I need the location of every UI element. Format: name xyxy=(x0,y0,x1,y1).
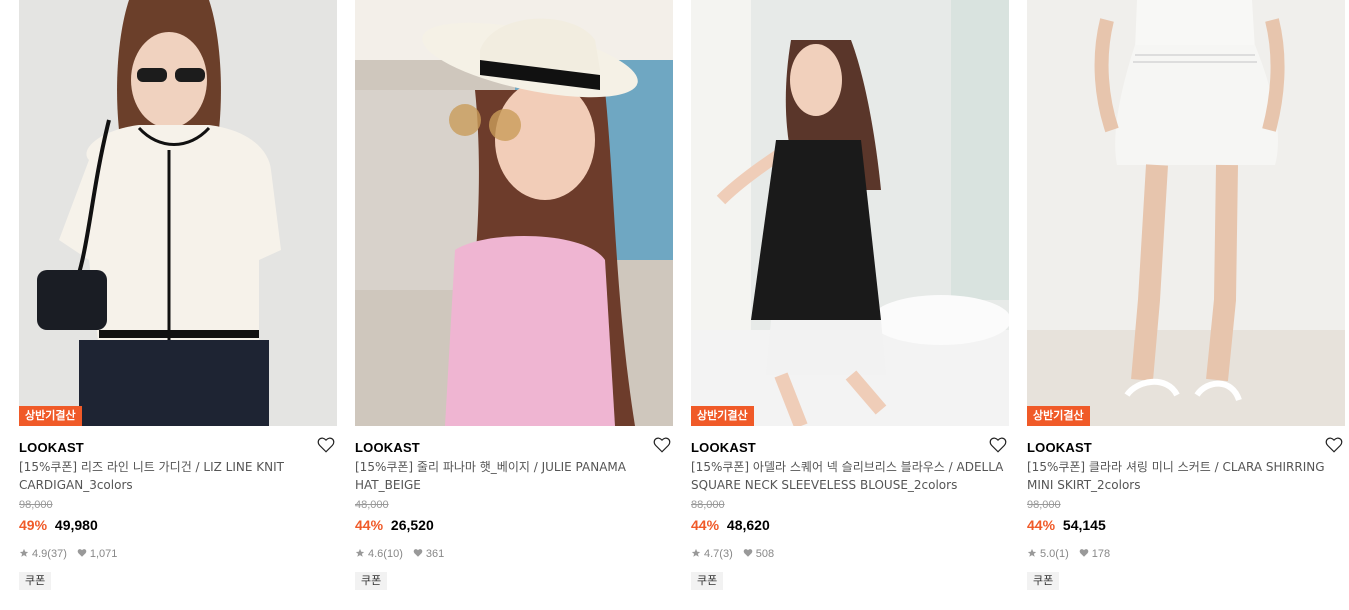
review-count: (37) xyxy=(47,548,67,560)
review-count: (3) xyxy=(719,548,733,560)
star-icon xyxy=(1027,548,1037,561)
product-image-cardigan[interactable]: 상반기결산 xyxy=(19,0,337,426)
event-badge: 상반기결산 xyxy=(19,406,82,426)
original-price: 48,000 xyxy=(355,499,389,511)
wishlist-heart-icon[interactable] xyxy=(989,436,1009,456)
original-price: 98,000 xyxy=(19,499,53,511)
review-count: (1) xyxy=(1055,548,1069,560)
product-name[interactable]: [15%쿠폰] 아델라 스퀘어 넥 슬리브리스 블라우스 / ADELLA SQ… xyxy=(691,458,1009,494)
discount-rate: 44% xyxy=(355,517,384,533)
rating-value: 4.9 xyxy=(32,548,48,560)
product-name[interactable]: [15%쿠폰] 리즈 라인 니트 가디건 / LIZ LINE KNIT CAR… xyxy=(19,458,337,494)
rating-value: 5.0 xyxy=(1040,548,1056,560)
original-price: 88,000 xyxy=(691,499,725,511)
rating-value: 4.7 xyxy=(704,548,720,560)
product-stats: 5.0 (1) 178 xyxy=(1027,547,1345,561)
heart-filled-icon xyxy=(743,548,753,561)
brand-name[interactable]: LOOKAST xyxy=(1027,440,1092,455)
star-icon xyxy=(691,548,701,561)
sale-price: 54,145 xyxy=(1062,517,1106,533)
star-icon xyxy=(19,548,29,561)
star-icon xyxy=(355,548,365,561)
product-card[interactable]: 상반기결산 LOOKAST [15%쿠폰] 리즈 라인 니트 가디건 / LIZ… xyxy=(19,0,337,590)
wishlist-heart-icon[interactable] xyxy=(653,436,673,456)
product-card[interactable]: 상반기결산 LOOKAST [15%쿠폰] 클라라 셔링 미니 스커트 / CL… xyxy=(1027,0,1345,590)
product-card[interactable]: 상반기결산 LOOKAST [15%쿠폰] 아델라 스퀘어 넥 슬리브리스 블라… xyxy=(691,0,1009,590)
discount-rate: 49% xyxy=(19,517,48,533)
product-stats: 4.9 (37) 1,071 xyxy=(19,547,337,561)
original-price: 98,000 xyxy=(1027,499,1061,511)
product-image-sleeveless-blouse[interactable]: 상반기결산 xyxy=(691,0,1009,426)
coupon-tag: 쿠폰 xyxy=(19,572,52,590)
sale-price: 48,620 xyxy=(726,517,770,533)
event-badge: 상반기결산 xyxy=(1027,406,1090,426)
product-stats: 4.7 (3) 508 xyxy=(691,547,1009,561)
wishlist-heart-icon[interactable] xyxy=(1325,436,1345,456)
heart-filled-icon xyxy=(1079,548,1089,561)
brand-name[interactable]: LOOKAST xyxy=(19,440,84,455)
discount-rate: 44% xyxy=(691,517,720,533)
rating-value: 4.6 xyxy=(368,548,384,560)
event-badge: 상반기결산 xyxy=(691,406,754,426)
discount-rate: 44% xyxy=(1027,517,1056,533)
coupon-tag: 쿠폰 xyxy=(1027,572,1060,590)
coupon-tag: 쿠폰 xyxy=(355,572,388,590)
product-image-panama-hat[interactable] xyxy=(355,0,673,426)
product-image-mini-skirt[interactable]: 상반기결산 xyxy=(1027,0,1345,426)
like-count: 1,071 xyxy=(89,548,118,560)
brand-name[interactable]: LOOKAST xyxy=(355,440,420,455)
product-card[interactable]: LOOKAST [15%쿠폰] 줄리 파나마 햇_베이지 / JULIE PAN… xyxy=(355,0,673,590)
review-count: (10) xyxy=(383,548,403,560)
wishlist-heart-icon[interactable] xyxy=(317,436,337,456)
brand-name[interactable]: LOOKAST xyxy=(691,440,756,455)
product-name[interactable]: [15%쿠폰] 클라라 셔링 미니 스커트 / CLARA SHIRRING M… xyxy=(1027,458,1345,494)
sale-price: 26,520 xyxy=(390,517,434,533)
like-count: 178 xyxy=(1091,548,1111,560)
like-count: 361 xyxy=(425,548,445,560)
heart-filled-icon xyxy=(77,548,87,561)
product-stats: 4.6 (10) 361 xyxy=(355,547,673,561)
product-name[interactable]: [15%쿠폰] 줄리 파나마 햇_베이지 / JULIE PANAMA HAT_… xyxy=(355,458,673,494)
product-grid: 상반기결산 LOOKAST [15%쿠폰] 리즈 라인 니트 가디건 / LIZ… xyxy=(0,0,1349,610)
sale-price: 49,980 xyxy=(54,517,98,533)
like-count: 508 xyxy=(755,548,775,560)
heart-filled-icon xyxy=(413,548,423,561)
coupon-tag: 쿠폰 xyxy=(691,572,724,590)
